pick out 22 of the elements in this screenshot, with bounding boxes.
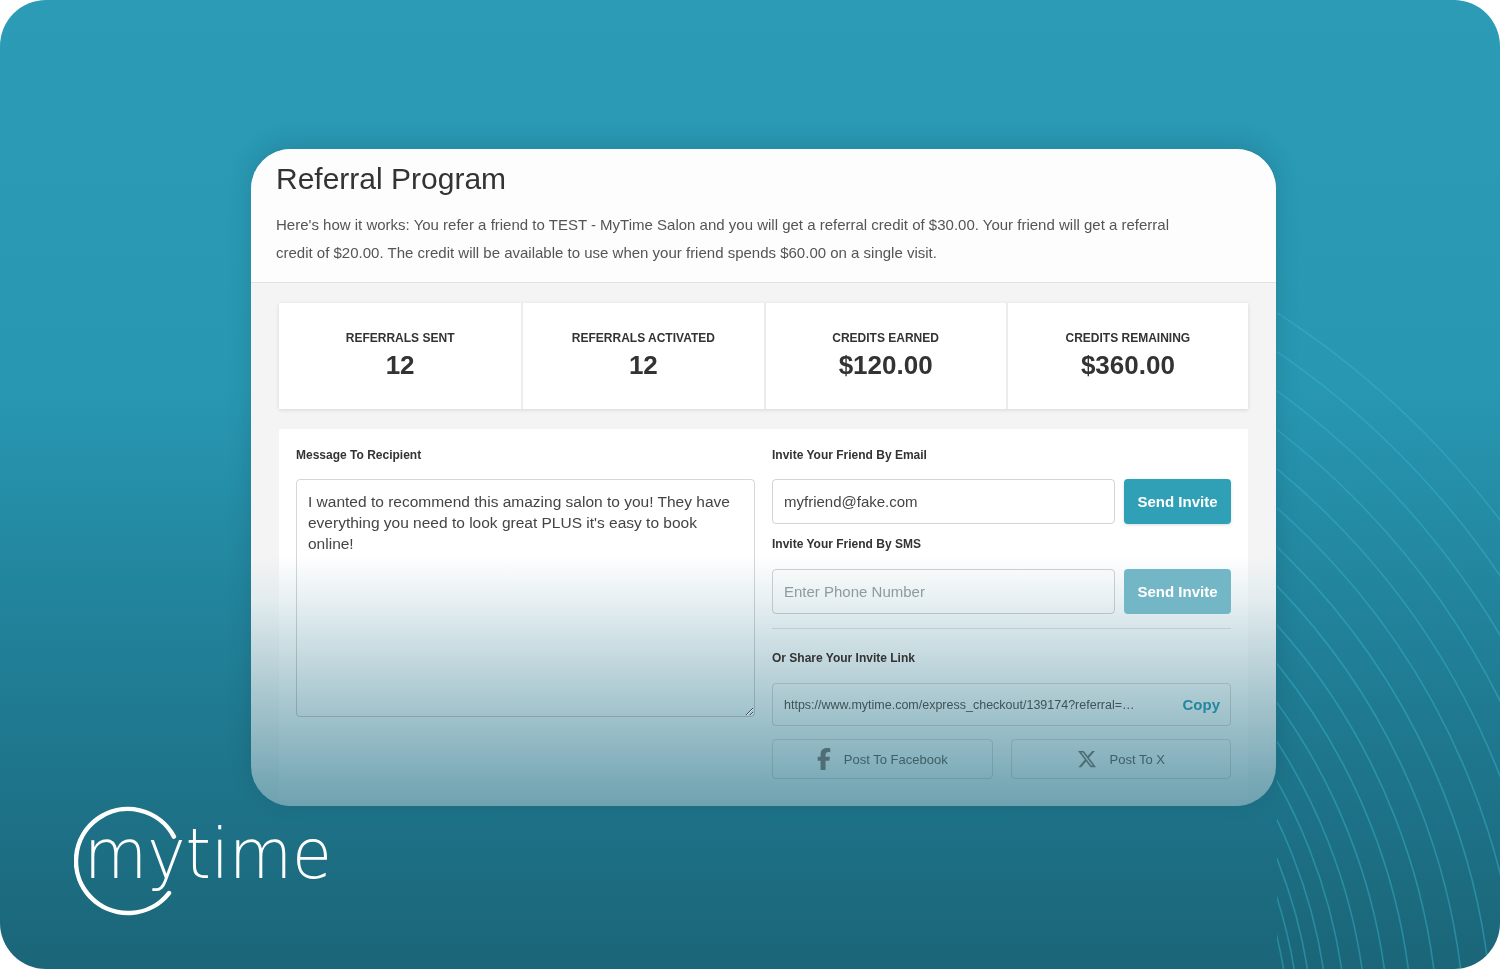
field-label: Invite Your Friend By SMS: [772, 536, 922, 552]
stat-label: REFERRALS ACTIVATED: [571, 331, 715, 346]
send-invite-button[interactable]: Send Invite: [1124, 479, 1231, 524]
stat-value: 12: [385, 350, 415, 380]
mytime-logo: mytime: [74, 803, 336, 917]
field-label: Or Share Your Invite Link: [772, 650, 916, 666]
stat-value: 12: [628, 350, 658, 380]
stat-label: REFERRALS SENT: [345, 331, 455, 346]
stat-value: $360.00: [1080, 350, 1175, 380]
stat-label: CREDITS EARNED: [832, 331, 939, 346]
f-logo-icon: [816, 748, 831, 770]
program-description: Here's how it works: You refer a friend to TEST - MyTime Salon and you will get a referral credit of $30.00. Your friend will get a referral credit of $20.00. The credit will be available to use when your friend spends $60.00 on a single visit.: [276, 215, 1170, 263]
page-title: Referral Program: [276, 161, 508, 197]
field-label: Message To Recipient: [296, 447, 423, 463]
stat-value: $120.00: [838, 350, 933, 380]
copy-link[interactable]: Copy: [1182, 696, 1220, 713]
share-button[interactable]: Post To X: [1010, 739, 1231, 779]
stat-label: CREDITS REMAINING: [1065, 331, 1191, 346]
share-button[interactable]: Post To Facebook: [772, 739, 993, 779]
invite-link-url: https://www.mytime.com/express_checkout/139174?referral=…: [784, 697, 1135, 712]
x-logo-icon: [1076, 749, 1097, 769]
field-label: Invite Your Friend By Email: [772, 447, 928, 463]
